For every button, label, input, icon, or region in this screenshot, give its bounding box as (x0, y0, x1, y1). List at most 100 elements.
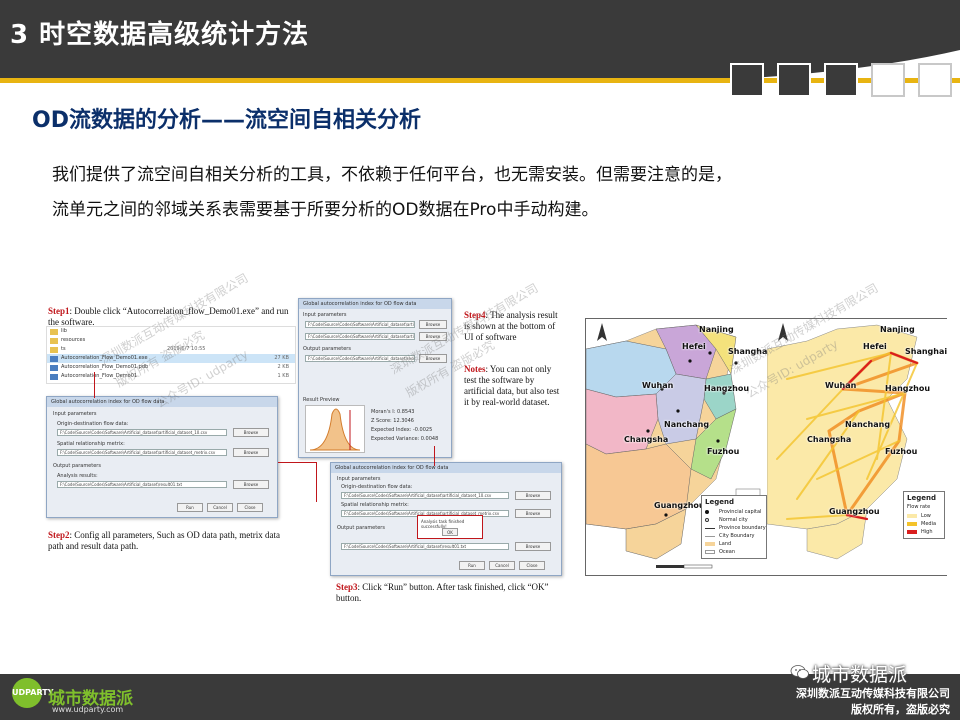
file-size: 1 KB (277, 373, 289, 379)
browse-result-button[interactable]: Browse (515, 542, 551, 551)
city-marker-icon (705, 518, 709, 522)
matrix-input[interactable]: F:\Code\Source\Codes\Software\Artificial… (57, 449, 227, 456)
city-label-hefei: Hefei (682, 342, 706, 351)
expected-variance-value: Expected Variance: 0.0048 (371, 436, 439, 442)
step4-caption: Step4: The analysis result is shown at t… (464, 310, 560, 343)
city-label-hangzhou: Hangzhou (885, 384, 931, 393)
close-button[interactable]: Close (237, 503, 263, 512)
legend-province-map: Legend Provincial capital Normal city Pr… (701, 495, 767, 559)
nav-square-1[interactable] (730, 63, 764, 97)
section-subtitle: OD流数据的分析——流空间自相关分析 (32, 108, 421, 133)
result-preview-heading: Result Preview (303, 397, 340, 403)
folder-icon (50, 347, 58, 353)
file-row[interactable]: Autocorrelation_Flow_Demo01.pdb 2 KB (47, 363, 295, 372)
map-figure: Nanjing Hefei Shanghai Wuhan Hangzhou Na… (585, 318, 947, 576)
run-button[interactable]: Run (459, 561, 485, 570)
file-row[interactable]: ts 2019/6/7 10:55 (47, 345, 295, 354)
browse-od-button[interactable]: Browse (419, 320, 447, 329)
browse-od-button[interactable]: Browse (515, 491, 551, 500)
step3-text: : Click “Run” button. After task finishe… (336, 582, 549, 603)
result-input[interactable]: F:\Code\Source\Codes\Software\Artificial… (57, 481, 227, 488)
legend-item: Provincial capital (705, 508, 763, 516)
browse-result-button[interactable]: Browse (419, 354, 447, 363)
dialog-title: Global autocorrelation index for OD flow… (47, 397, 277, 407)
rights-reserved: 版权所有，盗版必究 (851, 703, 950, 716)
browse-matrix-button[interactable]: Browse (419, 332, 447, 341)
browse-result-button[interactable]: Browse (233, 480, 269, 489)
legend-label: Normal city (719, 517, 748, 523)
nav-square-5[interactable] (918, 63, 952, 97)
legend-label: City Boundary (719, 533, 755, 539)
file-name: Autocorrelation_Flow_Demo01.exe (61, 355, 148, 361)
od-data-input[interactable]: F:\Code\Source\Codes\Software\Artificial… (57, 429, 227, 436)
cancel-button[interactable]: Cancel (207, 503, 233, 512)
file-size: 2 KB (277, 364, 289, 370)
folder-icon (50, 338, 58, 344)
arrow-step3-to-step4 (434, 446, 435, 466)
legend-item: Normal city (705, 516, 763, 524)
browse-od-button[interactable]: Browse (233, 428, 269, 437)
high-flow-swatch-icon (907, 530, 917, 534)
cancel-button[interactable]: Cancel (489, 561, 515, 570)
flow-map: Nanjing Hefei Shanghai Wuhan Hangzhou Na… (766, 319, 947, 575)
matrix-input[interactable]: F:\Code\Source\Codes\Software\Artificial… (305, 333, 415, 340)
input-group-label: Input parameters (337, 476, 381, 482)
step3-caption: Step3: Click “Run” button. After task fi… (336, 582, 564, 604)
run-button[interactable]: Run (177, 503, 203, 512)
file-name: Autocorrelation_Flow_Demo01.pdb (61, 364, 149, 370)
step4-label: Step4 (464, 310, 486, 320)
step1-caption: Step1: Double click “Autocorrelation_flo… (48, 306, 300, 328)
file-row[interactable]: Autocorrelation_Flow_Demo01 1 KB (47, 372, 295, 381)
file-name: lib (61, 328, 67, 334)
legend-label: Low (921, 513, 931, 519)
browse-matrix-button[interactable]: Browse (515, 509, 551, 518)
city-label-nanchang: Nanchang (664, 420, 710, 429)
city-label-hangzhou: Hangzhou (704, 384, 750, 393)
expected-index-value: Expected Index: -0.0025 (371, 427, 433, 433)
input-group-label: Input parameters (303, 312, 347, 318)
city-label-shanghai: Shanghai (728, 347, 771, 356)
step2-caption: Step2: Config all parameters, Such as OD… (48, 530, 288, 552)
city-label-guangzhou: Guangzhou (829, 507, 880, 516)
file-explorer-list: lib resources ts 2019/6/7 10:55 Autocorre… (46, 326, 296, 384)
legend-item: Land (705, 540, 763, 548)
nav-square-3[interactable] (824, 63, 858, 97)
page-title: 3 时空数据高级统计方法 (10, 20, 310, 50)
step3-label: Step3 (336, 582, 358, 592)
od-data-label: Origin-destination flow data: (341, 484, 413, 490)
dialog-title: Global autocorrelation index for OD flow… (331, 463, 561, 473)
step2-text: : Config all parameters, Such as OD data… (48, 530, 280, 551)
arrow-step2-to-step3-h (278, 462, 316, 463)
ok-button[interactable]: OK (442, 528, 458, 536)
legend-title: Legend (705, 498, 734, 506)
step1-text: : Double click “Autocorrelation_flow_Dem… (48, 306, 289, 327)
nav-square-4[interactable] (871, 63, 905, 97)
browse-matrix-button[interactable]: Browse (233, 448, 269, 457)
output-group-label: Output parameters (337, 525, 385, 531)
od-data-input[interactable]: F:\Code\Source\Codes\Software\Artificial… (305, 321, 415, 328)
city-label-changsha: Changsha (624, 435, 669, 444)
notes-label: Notes (464, 364, 486, 374)
finished-message-box: Analysis task finished successfully! OK (417, 515, 483, 539)
result-label: Analysis results: (57, 473, 98, 479)
notes-caption: Notes: You can not only test the softwar… (464, 364, 560, 408)
city-label-wuhan: Wuhan (642, 381, 674, 390)
file-row[interactable]: lib (47, 327, 295, 336)
close-button[interactable]: Close (519, 561, 545, 570)
od-data-label: Origin-destination flow data: (57, 421, 129, 427)
province-map: Nanjing Hefei Shanghai Wuhan Hangzhou Na… (585, 319, 770, 575)
nav-square-2[interactable] (777, 63, 811, 97)
file-row-selected[interactable]: Autocorrelation_Flow_Demo01.exe 27 KB (47, 354, 295, 363)
result-input[interactable]: F:\Code\Source\Codes\Software\Artificial… (305, 355, 415, 362)
city-label-hefei: Hefei (863, 342, 887, 351)
wechat-account-name: 城市数据派 (812, 664, 908, 686)
legend-item: Low (907, 512, 941, 520)
result-input[interactable]: F:\Code\Source\Codes\Software\Artificial… (341, 543, 509, 550)
od-data-input[interactable]: F:\Code\Source\Codes\Software\Artificial… (341, 492, 509, 499)
matrix-label: Spatial relationship metrix: (57, 441, 125, 447)
input-group-label: Input parameters (53, 411, 97, 417)
udparty-logo: UDPARTY (12, 678, 54, 708)
file-row[interactable]: resources (47, 336, 295, 345)
arrow-step2-to-step3-v (316, 462, 317, 502)
output-group-label: Output parameters (53, 463, 101, 469)
